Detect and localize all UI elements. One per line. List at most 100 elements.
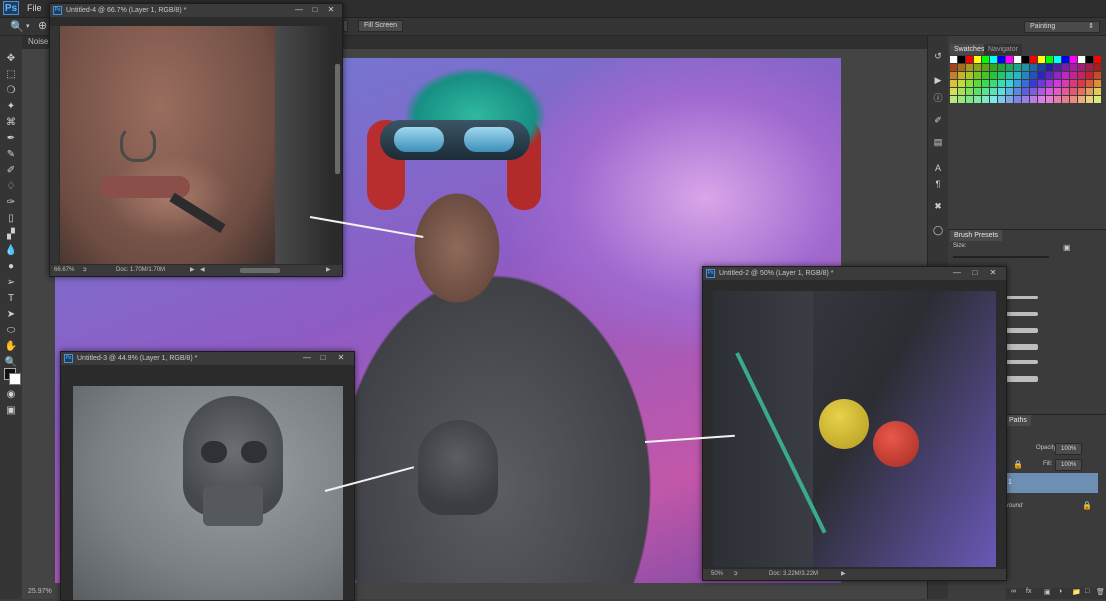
swatch[interactable] <box>958 88 965 95</box>
swatch[interactable] <box>982 88 989 95</box>
info-panel-icon[interactable]: ⓘ <box>932 92 944 104</box>
swatch[interactable] <box>974 88 981 95</box>
lasso-tool-icon[interactable]: ❍ <box>4 84 18 97</box>
swatch[interactable] <box>998 88 1005 95</box>
swatch[interactable] <box>1030 88 1037 95</box>
status-zoom[interactable]: 25.97% <box>28 588 52 595</box>
swatch[interactable] <box>1078 64 1085 71</box>
swatch[interactable] <box>1086 96 1093 103</box>
swatch[interactable] <box>1046 96 1053 103</box>
zoom-in-icon[interactable]: ⊕ <box>38 19 47 32</box>
doc-size[interactable]: Doc: 1.70M/1.70M <box>116 265 165 276</box>
mask-icon[interactable]: ▣ <box>1044 588 1051 596</box>
tab-navigator[interactable]: Navigator <box>984 44 1022 55</box>
swatch[interactable] <box>1086 72 1093 79</box>
swatch[interactable] <box>966 88 973 95</box>
swatch[interactable] <box>950 56 957 63</box>
swatch[interactable] <box>1022 80 1029 87</box>
actions-panel-icon[interactable]: ▶ <box>932 74 944 86</box>
swatch[interactable] <box>974 72 981 79</box>
zoomed-skull-image[interactable] <box>73 386 343 600</box>
minimize-button[interactable]: — <box>300 353 314 363</box>
eraser-tool-icon[interactable]: ▯ <box>4 212 18 225</box>
swatch[interactable] <box>990 80 997 87</box>
swatch[interactable] <box>1030 64 1037 71</box>
tab-swatches[interactable]: Swatches <box>950 44 989 55</box>
swatch[interactable] <box>958 56 965 63</box>
swatch[interactable] <box>990 96 997 103</box>
workspace-select[interactable]: Painting ⇕ <box>1024 21 1100 33</box>
eyedropper-tool-icon[interactable]: ✒ <box>4 132 18 145</box>
swatch[interactable] <box>982 56 989 63</box>
swatch[interactable] <box>982 96 989 103</box>
close-button[interactable]: ✕ <box>324 5 338 15</box>
zoomed-jacket-image[interactable] <box>713 291 996 567</box>
swatch[interactable] <box>1046 56 1053 63</box>
document-tab[interactable]: Noise. <box>28 37 51 46</box>
new-brush-icon[interactable]: ▣ <box>1063 243 1071 252</box>
type-tool-icon[interactable]: T <box>4 292 18 305</box>
swatch[interactable] <box>1022 96 1029 103</box>
swatch[interactable] <box>1070 56 1077 63</box>
swatch[interactable] <box>1062 88 1069 95</box>
size-slider[interactable] <box>953 256 1049 258</box>
swatch[interactable] <box>1046 88 1053 95</box>
swatch[interactable] <box>958 72 965 79</box>
swatch[interactable] <box>998 64 1005 71</box>
new-layer-icon[interactable]: □ <box>1085 588 1089 595</box>
swatch[interactable] <box>1014 64 1021 71</box>
swatch[interactable] <box>1054 64 1061 71</box>
horizontal-scrollbar[interactable] <box>240 268 280 273</box>
swatch[interactable] <box>998 80 1005 87</box>
blur-tool-icon[interactable]: 💧 <box>4 244 18 257</box>
swatch[interactable] <box>974 96 981 103</box>
status-menu-icon[interactable]: ▶ <box>190 265 195 276</box>
swatch[interactable] <box>990 88 997 95</box>
dodge-tool-icon[interactable]: ● <box>4 260 18 273</box>
swatch[interactable] <box>1014 96 1021 103</box>
swatch[interactable] <box>990 72 997 79</box>
swatch[interactable] <box>1078 80 1085 87</box>
swatch[interactable] <box>982 64 989 71</box>
adjustment-icon[interactable]: ◑ <box>1058 588 1062 595</box>
marquee-tool-icon[interactable]: ⬚ <box>4 68 18 81</box>
swatch[interactable] <box>990 56 997 63</box>
share-icon[interactable]: ➲ <box>82 265 87 276</box>
tab-brush-presets[interactable]: Brush Presets <box>950 230 1002 241</box>
swatch[interactable] <box>966 80 973 87</box>
document-window-untitled-2[interactable]: Ps Untitled-2 @ 50% (Layer 1, RGB/8) * —… <box>702 266 1007 581</box>
swatch[interactable] <box>1014 80 1021 87</box>
swatch[interactable] <box>1006 96 1013 103</box>
paragraph-panel-icon[interactable]: ¶ <box>932 178 944 190</box>
swatch[interactable] <box>1094 88 1101 95</box>
swatch[interactable] <box>1014 88 1021 95</box>
swatch[interactable] <box>1038 88 1045 95</box>
swatch[interactable] <box>1094 72 1101 79</box>
window-zoom[interactable]: 66.67% <box>54 265 74 276</box>
swatch[interactable] <box>1022 56 1029 63</box>
fill-input[interactable]: 100% <box>1055 459 1083 471</box>
swatch[interactable] <box>990 64 997 71</box>
hand-tool-icon[interactable]: ✋ <box>4 340 18 353</box>
swatch[interactable] <box>1022 72 1029 79</box>
swatch[interactable] <box>1038 80 1045 87</box>
swatch[interactable] <box>1030 56 1037 63</box>
swatch[interactable] <box>1006 64 1013 71</box>
swatch[interactable] <box>1078 96 1085 103</box>
swatch[interactable] <box>1078 72 1085 79</box>
swatch[interactable] <box>958 80 965 87</box>
move-tool-icon[interactable]: ✥ <box>4 52 18 65</box>
swatch[interactable] <box>950 64 957 71</box>
quick-mask-icon[interactable]: ◉ <box>4 388 18 401</box>
document-window-untitled-4[interactable]: Ps Untitled-4 @ 66.7% (Layer 1, RGB/8) *… <box>49 3 343 277</box>
document-window-untitled-3[interactable]: Ps Untitled-3 @ 44.9% (Layer 1, RGB/8) *… <box>60 351 355 601</box>
swatch[interactable] <box>1086 88 1093 95</box>
quick-select-tool-icon[interactable]: ✦ <box>4 100 18 113</box>
swatch[interactable] <box>1054 56 1061 63</box>
minimize-button[interactable]: — <box>950 268 964 278</box>
link-layers-icon[interactable]: ∞ <box>1011 588 1016 595</box>
swatch[interactable] <box>958 64 965 71</box>
minimize-button[interactable]: — <box>292 5 306 15</box>
close-button[interactable]: ✕ <box>986 268 1000 278</box>
swatch[interactable] <box>1006 88 1013 95</box>
